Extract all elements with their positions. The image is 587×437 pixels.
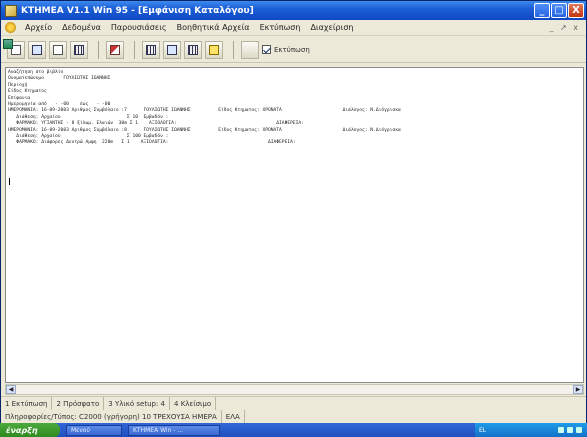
- table-button-2[interactable]: [163, 40, 181, 59]
- app-menu-icon[interactable]: [5, 22, 16, 33]
- status-field-setup[interactable]: 3 Υλικό setup: 4: [104, 397, 171, 410]
- toolbar: Εκτύπωση: [1, 37, 586, 63]
- report-button[interactable]: [3, 39, 259, 59]
- app-icon: [5, 4, 17, 17]
- report-text: Αναζήτηση στο βιβλίο Ονοματεπώνυμο ΓΟΥΛΙΩ…: [8, 70, 401, 147]
- table-icon: [146, 44, 156, 55]
- edit-button[interactable]: [106, 40, 124, 59]
- menu-management[interactable]: Διαχείριση: [305, 23, 358, 32]
- scroll-right-arrow-icon[interactable]: ▶: [573, 385, 583, 394]
- menu-print[interactable]: Εκτύπωση: [255, 23, 306, 32]
- help-button[interactable]: [205, 40, 223, 59]
- status-field-recent[interactable]: 2 Πρόσφατο: [52, 397, 105, 410]
- mdi-controls[interactable]: _ ↗ x: [549, 23, 586, 32]
- toolbar-separator: [98, 40, 99, 59]
- tray-icon[interactable]: [567, 427, 573, 433]
- help-icon: [209, 44, 219, 55]
- taskbar-item-ktimea[interactable]: ΚΤΗΜΕΑ Win - ...: [128, 424, 220, 436]
- report-icon: [3, 39, 13, 49]
- status-field-close[interactable]: 4 Κλείσιμο: [170, 397, 217, 410]
- title-bar[interactable]: ΚΤΗΜΕΑ V1.1 Win 95 - [Εμφάνιση Καταλόγου…: [1, 1, 586, 20]
- tray-icon[interactable]: [558, 427, 564, 433]
- report-line: ΗΜΕΡΟΜΗΝΙΑ: 16-09-2003 Αριθμος Συμβόλαιο…: [8, 108, 401, 114]
- app-window: ΚΤΗΜΕΑ V1.1 Win 95 - [Εμφάνιση Καταλόγου…: [0, 0, 587, 423]
- print-checkbox[interactable]: [262, 45, 271, 54]
- toolbar-separator: [233, 40, 234, 59]
- doc-icon: [32, 44, 42, 55]
- report-view[interactable]: Αναζήτηση στο βιβλίο Ονοματεπώνυμο ΓΟΥΛΙΩ…: [5, 67, 584, 383]
- taskbar: έναρξη Μενού ΚΤΗΜΕΑ Win - ... EL: [0, 423, 587, 437]
- table-icon: [167, 44, 177, 55]
- doc-icon: [53, 44, 63, 55]
- table-button-1[interactable]: [142, 40, 160, 59]
- language-indicator[interactable]: EL: [475, 427, 486, 434]
- status-field-print[interactable]: 1 Εκτύπωση: [1, 397, 53, 410]
- start-button[interactable]: έναρξη: [0, 423, 60, 437]
- tray-icon[interactable]: [576, 427, 582, 433]
- menu-auxiliary-files[interactable]: Βοηθητικά Αρχεία: [172, 23, 255, 32]
- toolbar-separator: [134, 40, 135, 59]
- print-checkbox-label: Εκτύπωση: [274, 45, 310, 54]
- taskbar-item-menu[interactable]: Μενού: [66, 424, 122, 436]
- status-lang: ΕΛΑ: [222, 410, 245, 423]
- scroll-left-arrow-icon[interactable]: ◀: [6, 385, 16, 394]
- menu-file[interactable]: Αρχείο: [20, 23, 57, 32]
- status-bar: 1 Εκτύπωση 2 Πρόσφατο 3 Υλικό setup: 4 4…: [1, 396, 586, 410]
- menu-data[interactable]: Δεδομένα: [57, 23, 106, 32]
- window-title: ΚΤΗΜΕΑ V1.1 Win 95 - [Εμφάνιση Καταλόγου…: [21, 5, 254, 16]
- menu-bar: Αρχείο Δεδομένα Παρουσιάσεις Βοηθητικά Α…: [1, 20, 586, 36]
- maximize-button[interactable]: □: [551, 3, 567, 18]
- grid-icon: [74, 44, 84, 55]
- text-cursor: [9, 178, 10, 185]
- status-bar-info: Πληροφορίες/Τύπος: C2000 (γρήγορη) 10 ΤΡ…: [1, 410, 586, 423]
- menu-reports[interactable]: Παρουσιάσεις: [106, 23, 172, 32]
- close-button[interactable]: X: [568, 3, 584, 18]
- grid-button[interactable]: [70, 40, 88, 59]
- status-info: Πληροφορίες/Τύπος: C2000 (γρήγορη) 10 ΤΡ…: [1, 410, 222, 423]
- report-line: ΦΑΡΜΑΚΟ: Διάφορες Δεντρώ Αμφη 220m Σ 1 Α…: [8, 140, 296, 146]
- pen-icon: [110, 44, 120, 55]
- copy-doc-button[interactable]: [49, 40, 67, 59]
- open-doc-button[interactable]: [28, 40, 46, 59]
- table-icon: [188, 44, 198, 55]
- system-tray: EL: [475, 423, 587, 437]
- horizontal-scrollbar[interactable]: ◀ ▶: [5, 384, 584, 395]
- table-button-3[interactable]: [184, 40, 202, 59]
- minimize-button[interactable]: _: [534, 3, 550, 18]
